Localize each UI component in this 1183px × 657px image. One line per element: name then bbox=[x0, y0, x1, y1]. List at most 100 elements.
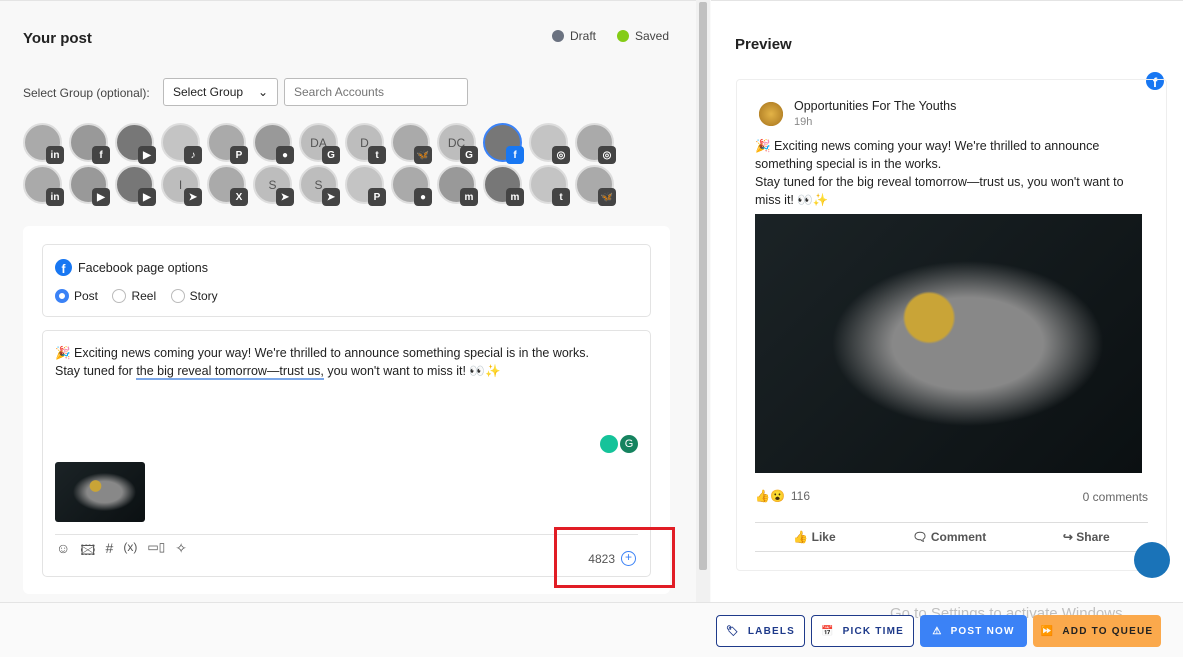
attached-image-thumbnail[interactable] bbox=[55, 462, 145, 522]
mastodon-icon: m bbox=[460, 188, 478, 206]
x-icon: X bbox=[230, 188, 248, 206]
account-list: in f ▶ ♪ P ● DA G Dt 🦋 DC G f ◎ ◎ in ▶ ▶ I ➤ X S ➤ S ➤ P ● m m t 🦋 bbox=[23, 123, 643, 207]
tiktok-icon: ♪ bbox=[184, 146, 202, 164]
pick-time-button[interactable]: 📅 PICK TIME bbox=[811, 615, 914, 647]
emoji-icon[interactable]: ☺ bbox=[56, 540, 70, 564]
variable-icon[interactable]: (x) bbox=[123, 540, 137, 564]
account-avatar-telegram[interactable]: I ➤ bbox=[161, 165, 202, 206]
telegram-icon: ➤ bbox=[276, 188, 294, 206]
page-name: Opportunities For The Youths bbox=[794, 99, 957, 113]
highlight-box bbox=[554, 527, 675, 588]
account-avatar-tiktok[interactable]: ♪ bbox=[161, 123, 202, 164]
account-avatar-telegram[interactable]: S ➤ bbox=[299, 165, 340, 206]
telegram-icon: ➤ bbox=[322, 188, 340, 206]
group-select[interactable]: Select Group ⌄ bbox=[163, 78, 278, 106]
telegram-icon: ➤ bbox=[184, 188, 202, 206]
preview-title: Preview bbox=[735, 36, 792, 53]
account-avatar-x[interactable]: X bbox=[207, 165, 248, 206]
grammarly-icons[interactable]: G bbox=[600, 435, 638, 453]
account-avatar-reddit[interactable]: ● bbox=[253, 123, 294, 164]
youtube-icon: ▶ bbox=[138, 146, 156, 164]
linkedin-icon: in bbox=[46, 188, 64, 206]
send-icon: ⚠ bbox=[932, 625, 943, 637]
account-avatar-google-business[interactable]: DC G bbox=[437, 123, 478, 164]
google-business-icon: G bbox=[460, 146, 478, 164]
account-avatar-telegram[interactable]: S ➤ bbox=[253, 165, 294, 206]
account-avatar-linkedin[interactable]: in bbox=[23, 165, 64, 206]
account-avatar-facebook[interactable]: f bbox=[483, 123, 524, 164]
tumblr-icon: t bbox=[552, 188, 570, 206]
search-accounts-input[interactable] bbox=[284, 78, 468, 106]
lightbulb-icon bbox=[600, 435, 618, 453]
chat-button[interactable] bbox=[1134, 542, 1170, 578]
account-avatar-mastodon[interactable]: m bbox=[437, 165, 478, 206]
google-business-icon: G bbox=[322, 146, 340, 164]
add-to-queue-button[interactable]: ⏩ ADD TO QUEUE bbox=[1033, 615, 1161, 647]
pinterest-icon: P bbox=[230, 146, 248, 164]
composer-panel: Your post Draft Saved Select Group (opti… bbox=[0, 0, 696, 602]
reddit-icon: ● bbox=[414, 188, 432, 206]
radio-reel[interactable]: Reel bbox=[112, 289, 156, 303]
account-avatar-bluesky[interactable]: 🦋 bbox=[391, 123, 432, 164]
preview-text: Stay tuned for the big reveal tomorrow—t… bbox=[755, 175, 1124, 207]
reddit-icon: ● bbox=[276, 146, 294, 164]
page-avatar bbox=[757, 100, 785, 128]
facebook-icon: f bbox=[55, 259, 72, 276]
account-avatar-youtube[interactable]: ▶ bbox=[115, 123, 156, 164]
facebook-options-title: Facebook page options bbox=[78, 260, 208, 275]
facebook-icon: f bbox=[506, 146, 524, 164]
tumblr-icon: t bbox=[368, 146, 386, 164]
preview-text: 🎉 Exciting news coming your way! We're t… bbox=[755, 139, 1100, 171]
linkedin-icon: in bbox=[46, 146, 64, 164]
post-time: 19h bbox=[794, 116, 813, 128]
bluesky-icon: 🦋 bbox=[598, 188, 616, 206]
comment-count: 0 comments bbox=[1082, 490, 1148, 504]
youtube-icon: ▶ bbox=[92, 188, 110, 206]
reaction-count: 116 bbox=[790, 489, 811, 503]
post-text-line[interactable]: Stay tuned for the big reveal tomorrow—t… bbox=[55, 362, 589, 380]
account-avatar-instagram[interactable]: ◎ bbox=[529, 123, 570, 164]
radio-story[interactable]: Story bbox=[170, 289, 218, 303]
chevron-down-icon: ⌄ bbox=[257, 85, 268, 99]
account-avatar-tumblr[interactable]: t bbox=[529, 165, 570, 206]
post-now-button[interactable]: ⚠ POST NOW bbox=[920, 615, 1027, 647]
post-text-line[interactable]: 🎉 Exciting news coming your way! We're t… bbox=[55, 344, 589, 362]
layout-icon[interactable]: ▭▯ bbox=[147, 540, 165, 564]
grammarly-icon: G bbox=[620, 435, 638, 453]
account-avatar-facebook[interactable]: f bbox=[69, 123, 110, 164]
hashtag-icon[interactable]: # bbox=[106, 540, 114, 564]
calendar-icon: 📅 bbox=[820, 625, 835, 637]
share-button[interactable]: ↪ Share bbox=[1063, 530, 1110, 544]
account-avatar-instagram[interactable]: ◎ bbox=[575, 123, 616, 164]
comment-button[interactable]: 🗨 Comment bbox=[912, 530, 986, 544]
saved-status: Saved bbox=[617, 29, 669, 43]
account-avatar-reddit[interactable]: ● bbox=[391, 165, 432, 206]
labels-button[interactable]: 🏷 LABELS bbox=[716, 615, 805, 647]
youtube-icon: ▶ bbox=[138, 188, 156, 206]
bluesky-icon: 🦋 bbox=[414, 146, 432, 164]
instagram-icon: ◎ bbox=[552, 146, 570, 164]
account-avatar-youtube[interactable]: ▶ bbox=[115, 165, 156, 206]
preview-panel: Preview f Opportunities For The Youths 1… bbox=[711, 0, 1183, 602]
instagram-icon: ◎ bbox=[598, 146, 616, 164]
pinterest-icon: P bbox=[368, 188, 386, 206]
preview-image bbox=[755, 214, 1142, 473]
image-icon[interactable]: 🖾 bbox=[80, 540, 95, 564]
account-avatar-google-business[interactable]: DA G bbox=[299, 123, 340, 164]
scrollbar-thumb[interactable] bbox=[699, 2, 707, 570]
account-avatar-mastodon[interactable]: m bbox=[483, 165, 524, 206]
like-button[interactable]: 👍 Like bbox=[793, 530, 835, 544]
radio-post[interactable]: Post bbox=[55, 289, 98, 303]
ai-sparkle-icon[interactable]: ✧ bbox=[175, 540, 187, 564]
account-avatar-youtube[interactable]: ▶ bbox=[69, 165, 110, 206]
mastodon-icon: m bbox=[506, 188, 524, 206]
facebook-options: f Facebook page options Post Reel Story bbox=[42, 244, 651, 317]
account-avatar-tumblr[interactable]: Dt bbox=[345, 123, 386, 164]
facebook-icon: f bbox=[92, 146, 110, 164]
account-avatar-linkedin[interactable]: in bbox=[23, 123, 64, 164]
page-title: Your post bbox=[23, 30, 92, 47]
account-avatar-bluesky[interactable]: 🦋 bbox=[575, 165, 616, 206]
account-avatar-pinterest[interactable]: P bbox=[345, 165, 386, 206]
account-avatar-pinterest[interactable]: P bbox=[207, 123, 248, 164]
tag-icon: 🏷 bbox=[725, 625, 740, 637]
